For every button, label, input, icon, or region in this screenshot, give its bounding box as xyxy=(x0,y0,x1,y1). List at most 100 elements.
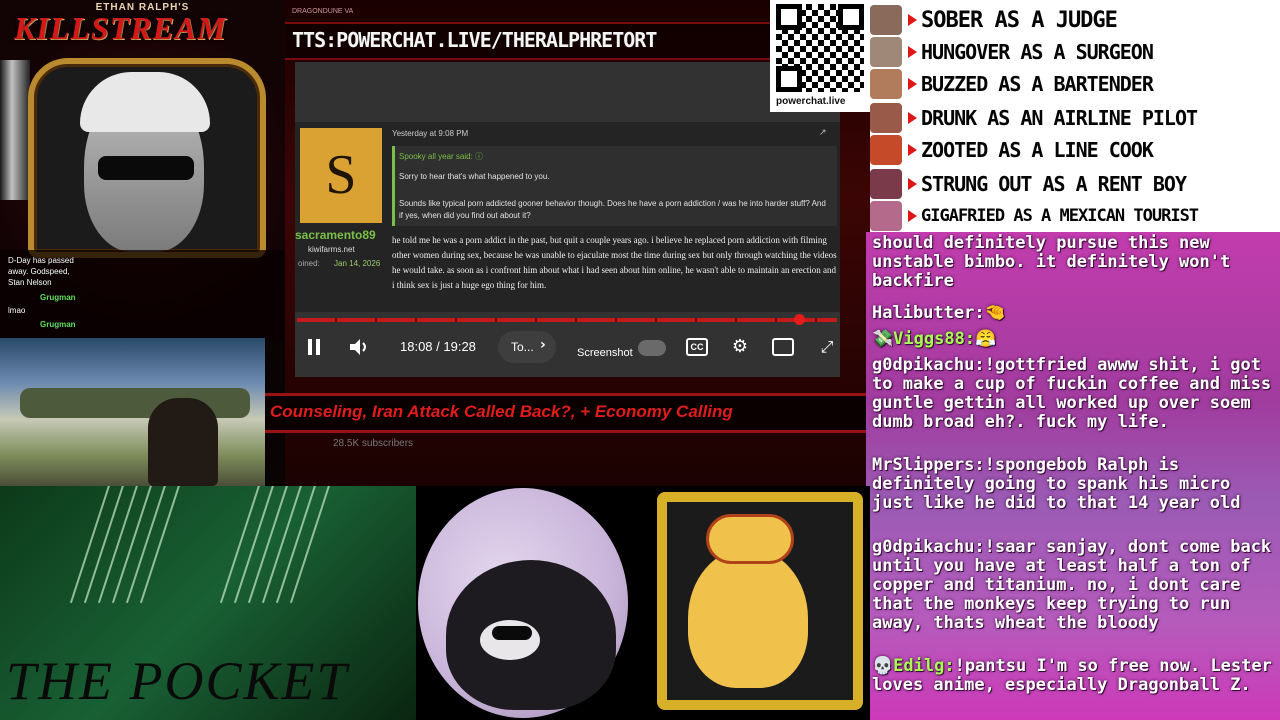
scale-label: SOBER AS A JUDGE xyxy=(921,7,1118,33)
stream-overlay: ETHAN RALPH'S KILLSTREAM D-Day has passe… xyxy=(0,0,1280,720)
scale-row: ZOOTED AS A LINE COOK xyxy=(870,134,1154,166)
miniplayer-button[interactable] xyxy=(772,338,794,356)
qr-finder xyxy=(776,4,802,30)
scale-thumbnail xyxy=(870,103,902,133)
quote-text: Sorry to hear that's what happened to yo… xyxy=(399,172,550,181)
scale-row: GIGAFRIED AS A MEXICAN TOURIST xyxy=(870,200,1199,232)
figure xyxy=(148,398,218,486)
chat-text: 😤 xyxy=(975,329,997,349)
chat-message: should definitely pursue this new unstab… xyxy=(872,234,1278,296)
chapter-label: To... xyxy=(511,340,534,354)
scale-label: BUZZED AS A BARTENDER xyxy=(921,72,1154,96)
scale-row: SOBER AS A JUDGE xyxy=(870,4,1118,36)
joined-date: Jan 14, 2026 xyxy=(334,259,381,268)
quote-text: Sounds like typical porn addicted gooner… xyxy=(399,199,826,220)
alert-line: Stan Nelson xyxy=(8,278,52,287)
scale-thumbnail xyxy=(870,37,902,67)
alert-line: D-Day has passed xyxy=(8,256,74,265)
scale-label: HUNGOVER AS A SURGEON xyxy=(921,40,1154,64)
post-timestamp: Yesterday at 9:08 PM xyxy=(392,129,469,138)
chat-message: g0dpikachu:!saar sanjay, dont come back … xyxy=(872,538,1278,652)
pause-icon xyxy=(308,339,320,355)
chat-message: MrSlippers:!spongebob Ralph is definitel… xyxy=(872,456,1278,513)
screenshot-toggle[interactable] xyxy=(638,340,666,356)
scale-thumbnail xyxy=(870,201,902,231)
settings-button[interactable]: ⚙ xyxy=(729,336,751,358)
pocket-title: THE POCKET xyxy=(6,651,349,711)
arrow-right-icon xyxy=(908,14,917,26)
brand-logo: KILLSTREAM xyxy=(14,10,227,46)
mini-chat-user: Grugman xyxy=(40,293,76,302)
streamer-sunglasses xyxy=(98,156,194,180)
time-display: 18:08 / 19:28 xyxy=(400,339,476,354)
quote-header: Spooky all year said: ⓘ xyxy=(399,152,484,161)
alert-line: away. Godspeed, xyxy=(8,267,70,276)
fullscreen-button[interactable]: ⤢ xyxy=(816,336,838,358)
chat-username: 💸Viggs88: xyxy=(872,329,976,349)
scale-thumbnail xyxy=(870,169,902,199)
tts-url: TTS:POWERCHAT.LIVE/THERALPHRETORT xyxy=(292,28,657,52)
chevron-right-icon: › xyxy=(540,337,546,353)
chat-username: g0dpikachu: xyxy=(872,355,985,375)
trees xyxy=(20,388,250,418)
poster-username: sacramento89 xyxy=(295,228,376,242)
fullscreen-icon: ⤢ xyxy=(820,337,834,356)
alert-panel: D-Day has passed away. Godspeed, Stan Ne… xyxy=(0,250,285,340)
chat-message: Halibutter:🤏 xyxy=(872,304,1278,323)
avatar: S xyxy=(300,128,382,223)
webcam-panel: ETHAN RALPH'S KILLSTREAM D-Day has passe… xyxy=(0,0,285,340)
post-body: he told me he was a porn addict in the p… xyxy=(392,235,837,290)
share-icon: ↗ xyxy=(819,128,827,138)
raccoon-mask xyxy=(492,626,532,640)
scale-thumbnail xyxy=(870,5,902,35)
arrow-right-icon xyxy=(908,210,917,222)
scale-thumbnail xyxy=(870,69,902,99)
webcam-frame xyxy=(28,58,266,258)
volume-button[interactable] xyxy=(347,336,371,358)
subscriber-count: 28.5K subscribers xyxy=(333,438,414,449)
chat-text: should definitely pursue this new unstab… xyxy=(872,234,1231,291)
arrow-right-icon xyxy=(908,112,917,124)
qr-finder xyxy=(838,4,864,30)
pig-idol-face xyxy=(706,514,794,564)
lamp xyxy=(0,60,30,200)
arrow-right-icon xyxy=(908,178,917,190)
progress-bar[interactable] xyxy=(297,318,837,322)
video-capture-panel xyxy=(0,338,265,486)
arrow-right-icon xyxy=(908,144,917,156)
scale-label: DRUNK AS AN AIRLINE PILOT xyxy=(921,106,1198,130)
chat-message: 💸Viggs88:😤 xyxy=(872,330,1278,349)
pig-idol xyxy=(688,548,808,688)
streamer-hat xyxy=(80,72,210,132)
captions-button[interactable]: CC xyxy=(686,338,708,356)
chat-message: g0dpikachu:!gottfried awww shit, i got t… xyxy=(872,356,1278,432)
mini-chat-text: lmao xyxy=(8,306,26,315)
chat-username: 💀Edilg: xyxy=(872,656,955,676)
scale-row: STRUNG OUT AS A RENT BOY xyxy=(870,168,1187,200)
arrow-right-icon xyxy=(908,46,917,58)
scale-row: BUZZED AS A BARTENDER xyxy=(870,68,1154,100)
mini-chat-user: Grugman xyxy=(40,320,76,329)
joined-label: oined: xyxy=(298,259,320,268)
chat-message: 💀Edilg:!pantsu I'm so free now. Lester l… xyxy=(872,657,1278,695)
scale-label: GIGAFRIED AS A MEXICAN TOURIST xyxy=(921,206,1199,226)
gear-icon: ⚙ xyxy=(731,336,749,357)
chat-username: MrSlippers: xyxy=(872,455,985,475)
qr-finder xyxy=(776,66,802,92)
scale-label: STRUNG OUT AS A RENT BOY xyxy=(921,172,1187,196)
pause-button[interactable] xyxy=(303,336,325,358)
scale-row: DRUNK AS AN AIRLINE PILOT xyxy=(870,102,1198,134)
poster-site: kiwifarms.net xyxy=(308,245,355,254)
chat-text: 🤏 xyxy=(984,303,1006,323)
scale-label: ZOOTED AS A LINE COOK xyxy=(921,138,1154,162)
arrow-right-icon xyxy=(908,78,917,90)
tts-small-label: DRAGONDUNE VA xyxy=(292,8,354,15)
chat-username: g0dpikachu: xyxy=(872,538,985,557)
volume-icon xyxy=(350,339,366,355)
ticker-text: Counseling, Iran Attack Called Back?, + … xyxy=(270,402,733,421)
scale-row: HUNGOVER AS A SURGEON xyxy=(870,36,1154,68)
scale-thumbnail xyxy=(870,135,902,165)
screenshot-label: Screenshot xyxy=(577,347,633,359)
chat-username: Halibutter: xyxy=(872,303,985,323)
qr-caption: powerchat.live xyxy=(776,96,846,107)
